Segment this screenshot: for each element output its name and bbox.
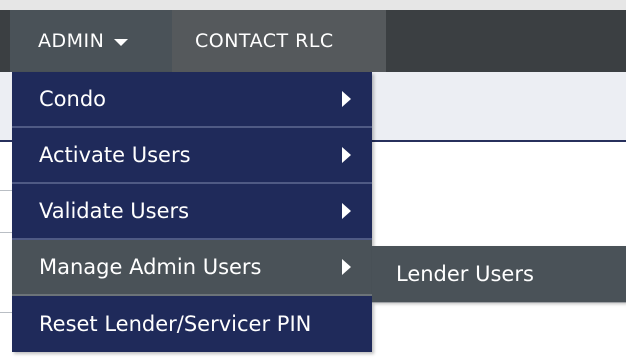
menu-item-label: Reset Lender/Servicer PIN: [39, 312, 312, 336]
nav-admin-label: ADMIN: [38, 30, 105, 52]
menu-item-label: Activate Users: [39, 143, 191, 167]
chevron-right-icon: [342, 203, 351, 219]
chevron-right-icon: [342, 147, 351, 163]
menu-item-label: Validate Users: [39, 199, 190, 223]
row-divider: [0, 312, 12, 313]
row-divider: [0, 232, 12, 233]
admin-dropdown-menu: Condo Activate Users Validate Users Mana…: [12, 72, 372, 352]
menu-item-activate-users[interactable]: Activate Users: [12, 128, 372, 184]
chevron-right-icon: [342, 91, 351, 107]
menu-item-validate-users[interactable]: Validate Users: [12, 184, 372, 240]
menu-item-label: Manage Admin Users: [39, 255, 262, 279]
chevron-down-icon: [114, 38, 129, 46]
submenu-item-lender-users[interactable]: Lender Users: [372, 246, 626, 302]
chevron-right-icon: [342, 259, 351, 275]
nav-admin[interactable]: ADMIN: [10, 10, 172, 72]
submenu-item-label: Lender Users: [396, 262, 534, 286]
menu-item-condo[interactable]: Condo: [12, 72, 372, 128]
content-divider: [372, 302, 626, 303]
row-divider: [0, 190, 12, 191]
nav-contact-label: CONTACT RLC: [195, 30, 334, 52]
nav-contact-rlc[interactable]: CONTACT RLC: [172, 10, 386, 72]
menu-item-reset-pin[interactable]: Reset Lender/Servicer PIN: [12, 296, 372, 352]
menu-item-manage-admin-users[interactable]: Manage Admin Users: [12, 240, 372, 296]
menu-item-label: Condo: [39, 87, 106, 111]
